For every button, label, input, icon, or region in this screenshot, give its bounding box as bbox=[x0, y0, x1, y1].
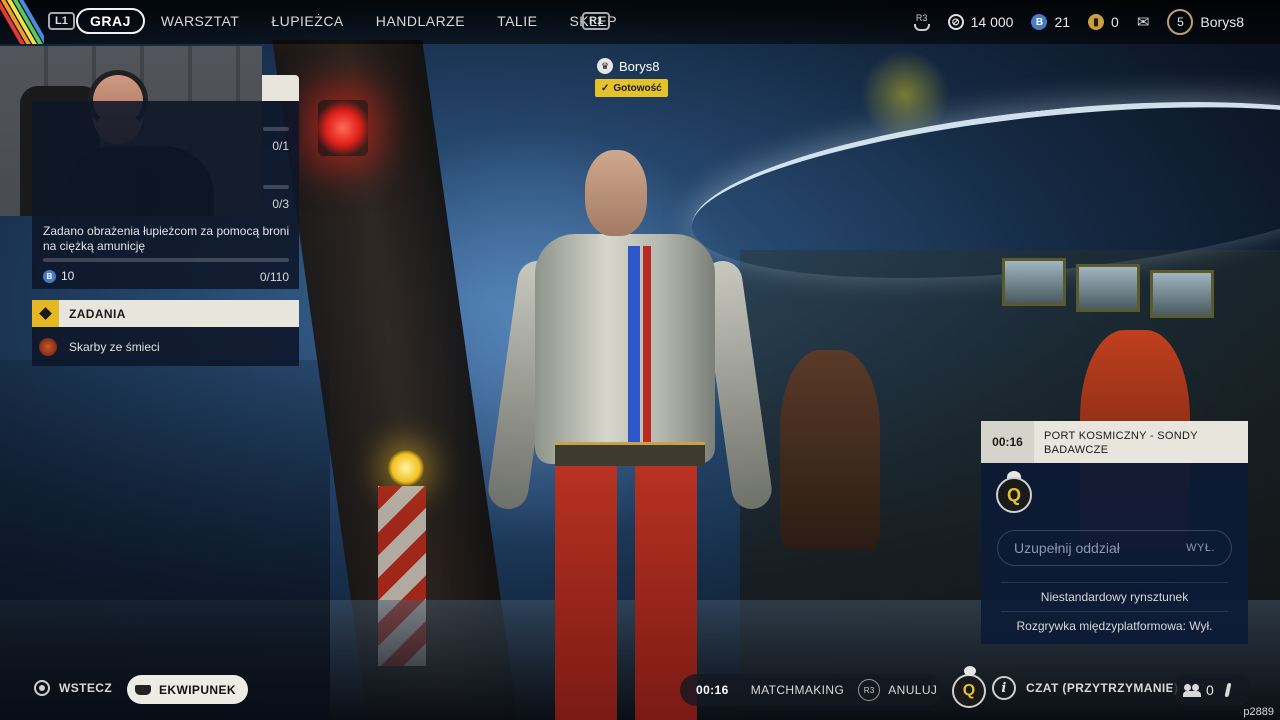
character-stripe bbox=[643, 246, 651, 456]
quest-diamond-icon bbox=[32, 300, 59, 327]
credits-counter[interactable]: ⊘ 14 000 bbox=[947, 14, 1014, 30]
chat-button[interactable]: i CZAT (PRZYTRZYMANIE) bbox=[992, 676, 1178, 700]
challenge-progress-bar bbox=[263, 127, 289, 131]
tokens-counter[interactable]: B 21 bbox=[1031, 14, 1070, 30]
mail-icon[interactable]: ✉ bbox=[1137, 13, 1150, 31]
equipment-label: EKWIPUNEK bbox=[159, 682, 236, 697]
tokens-coin-icon: B bbox=[1031, 14, 1048, 30]
rainbow-logo-icon bbox=[0, 0, 44, 44]
nameplate-name: Borys8 bbox=[619, 58, 660, 74]
character-stripe bbox=[628, 246, 640, 456]
scene-tv-screen bbox=[1002, 258, 1066, 306]
friends-button[interactable]: 0 bbox=[1172, 674, 1252, 706]
squad-panel-header: 00:16 PORT KOSMICZNY - SONDY BADAWCZE bbox=[981, 421, 1248, 463]
tab-decks[interactable]: TALIE bbox=[481, 8, 553, 34]
challenge-description: Zadano obrażenia łupieżcom za pomocą bro… bbox=[43, 224, 290, 253]
tab-play[interactable]: GRAJ bbox=[76, 8, 145, 34]
token-reward-icon: B bbox=[43, 269, 56, 283]
r3-button-icon: R3 bbox=[858, 679, 881, 701]
premium-value: 0 bbox=[1111, 14, 1119, 30]
challenge-count: 0/110 bbox=[259, 270, 289, 284]
top-right-status: R3 ⊘ 14 000 B 21 ▮ 0 ✉ 5 Borys8 bbox=[913, 0, 1244, 44]
scene-tv-screen bbox=[1076, 264, 1140, 312]
scene-yellow-lamp bbox=[388, 450, 424, 486]
challenges-panel-header bbox=[262, 75, 299, 101]
fill-squad-label: Uzupełnij oddział bbox=[1014, 540, 1120, 556]
back-label: WSTECZ bbox=[59, 681, 113, 695]
player-level-badge: 5 bbox=[1167, 9, 1194, 35]
friends-icon bbox=[1183, 684, 1201, 697]
cancel-matchmaking-button[interactable]: ANULUJ bbox=[888, 683, 937, 697]
custom-loadout-option[interactable]: Niestandardowy rynsztunek bbox=[1001, 590, 1228, 604]
quest-label: Skarby ze śmieci bbox=[69, 339, 160, 354]
challenge-progress-bar bbox=[43, 258, 289, 262]
scene-patron bbox=[780, 350, 880, 550]
main-nav-tabs: GRAJ WARSZTAT ŁUPIEŻCA HANDLARZE TALIE S… bbox=[76, 8, 633, 34]
touchpad-icon bbox=[135, 684, 151, 695]
scene-red-lamp bbox=[318, 100, 368, 156]
scene-shadow bbox=[0, 360, 330, 720]
circle-button-icon bbox=[34, 680, 50, 696]
friends-count: 0 bbox=[1206, 682, 1214, 698]
squad-emblem-icon[interactable]: Q bbox=[952, 666, 986, 708]
matchmaking-status: 00:16 MATCHMAKING R3 ANULUJ bbox=[680, 674, 942, 706]
squad-member-emblem-icon[interactable]: Q bbox=[996, 477, 1032, 513]
r1-button-hint-icon: R1 bbox=[582, 12, 611, 30]
quests-title: ZADANIA bbox=[69, 306, 126, 321]
tab-traders[interactable]: HANDLARZE bbox=[360, 8, 481, 34]
quest-list-item[interactable]: Skarby ze śmieci bbox=[32, 327, 299, 366]
r3-stick-hint-icon: R3 bbox=[913, 13, 930, 31]
build-watermark: p2889 bbox=[1243, 706, 1274, 718]
divider bbox=[1001, 582, 1228, 583]
matchmaking-timer: 00:16 bbox=[696, 683, 729, 697]
crossplay-option[interactable]: Rozgrywka międzyplatformowa: Wył. bbox=[1001, 619, 1228, 633]
premium-counter[interactable]: ▮ 0 bbox=[1088, 14, 1119, 30]
player-nameplate: ♛ Borys8 bbox=[597, 58, 659, 74]
player-name: Borys8 bbox=[1200, 14, 1244, 30]
credits-value: 14 000 bbox=[970, 14, 1014, 30]
party-leader-crown-icon: ♛ bbox=[597, 58, 613, 74]
tab-raider[interactable]: ŁUPIEŻCA bbox=[255, 8, 359, 34]
top-navigation-bar: L1 GRAJ WARSZTAT ŁUPIEŻCA HANDLARZE TALI… bbox=[0, 0, 1280, 44]
map-name: PORT KOSMICZNY - SONDY BADAWCZE bbox=[1044, 430, 1198, 456]
leader-crown-icon bbox=[964, 666, 976, 676]
challenge-reward: B 10 bbox=[43, 269, 74, 283]
ready-status-text: Gotowość bbox=[613, 82, 662, 94]
reward-value: 10 bbox=[61, 269, 75, 283]
l1-button-hint-icon: L1 bbox=[48, 12, 75, 30]
quest-icon bbox=[39, 337, 57, 356]
chat-label: CZAT (PRZYTRZYMANIE) bbox=[1026, 681, 1179, 695]
matchmaking-label: MATCHMAKING bbox=[750, 683, 845, 697]
character-head bbox=[585, 150, 647, 236]
checkmark-icon: ✓ bbox=[601, 82, 610, 94]
character-torso bbox=[535, 234, 715, 464]
character-belt bbox=[555, 442, 705, 466]
notification-icon bbox=[1224, 683, 1232, 697]
player-character-model bbox=[485, 150, 775, 720]
equipment-button[interactable]: EKWIPUNEK bbox=[127, 675, 248, 704]
bottom-action-bar: WSTECZ EKWIPUNEK 00:16 MATCHMAKING R3 AN… bbox=[0, 666, 1280, 720]
squad-panel: Q Uzupełnij oddział WYŁ. Niestandardowy … bbox=[981, 463, 1248, 644]
squad-timer: 00:16 bbox=[981, 421, 1034, 463]
back-button[interactable]: WSTECZ bbox=[34, 680, 112, 696]
challenge-progress-bar bbox=[263, 185, 289, 189]
quests-header[interactable]: ZADANIA bbox=[32, 300, 299, 327]
challenge-count: 0/1 bbox=[272, 139, 289, 153]
fill-squad-toggle[interactable]: Uzupełnij oddział WYŁ. bbox=[997, 530, 1232, 566]
ready-status-badge: ✓ Gotowość bbox=[595, 79, 668, 97]
player-profile[interactable]: 5 Borys8 bbox=[1167, 9, 1244, 35]
divider bbox=[1001, 611, 1228, 612]
scene-tv-screen bbox=[1150, 270, 1214, 318]
challenges-panel: 0/1 0/3 Zadano obrażenia łupieżcom za po… bbox=[32, 101, 299, 289]
tab-workshop[interactable]: WARSZTAT bbox=[145, 8, 255, 34]
challenge-count: 0/3 bbox=[272, 197, 289, 211]
tokens-value: 21 bbox=[1054, 14, 1071, 30]
premium-coin-icon: ▮ bbox=[1088, 14, 1105, 30]
fill-squad-state: WYŁ. bbox=[1186, 542, 1215, 554]
credits-coin-icon: ⊘ bbox=[947, 14, 964, 30]
info-icon: i bbox=[992, 676, 1016, 700]
